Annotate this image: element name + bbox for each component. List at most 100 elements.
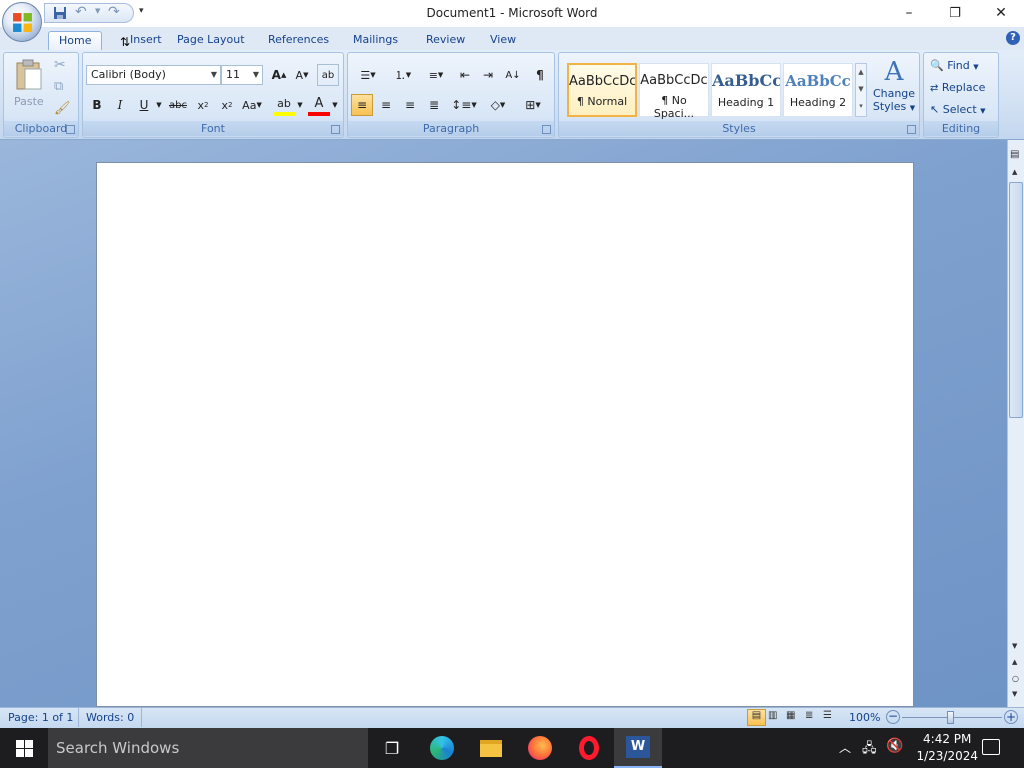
align-left-icon[interactable]: ≡ (351, 94, 373, 116)
file-explorer-icon[interactable] (467, 728, 515, 768)
firefox-icon[interactable] (516, 728, 564, 768)
change-styles-button[interactable]: A Change Styles ▼ (871, 57, 917, 119)
shrink-font-icon[interactable]: A ▼ (291, 64, 313, 86)
chevron-up-icon[interactable]: ︿ (839, 739, 851, 756)
select-button[interactable]: ↖ Select ▼ (930, 103, 986, 116)
word-count[interactable]: Words: 0 (86, 711, 134, 724)
highlight-icon[interactable]: ab (273, 94, 295, 116)
align-right-icon[interactable]: ≡ (399, 94, 421, 116)
edge-icon[interactable] (418, 728, 466, 768)
taskbar-search-input[interactable]: Search Windows (48, 728, 368, 768)
tab-home[interactable]: Home (48, 31, 103, 50)
font-launcher-icon[interactable] (331, 125, 340, 134)
subscript-icon[interactable]: x2 (192, 94, 214, 116)
chevron-down-icon[interactable]: ▼ (331, 94, 339, 116)
scroll-down-icon[interactable]: ▼ (1012, 642, 1017, 650)
format-painter-icon[interactable]: 🖌 (54, 101, 71, 116)
multilevel-list-icon[interactable]: ≡ ▼ (421, 64, 451, 86)
outline-icon[interactable]: ≣ (805, 710, 813, 721)
zoom-slider-thumb[interactable] (947, 711, 954, 724)
opera-icon[interactable] (565, 728, 613, 768)
paste-button[interactable]: Paste (11, 57, 47, 113)
clipboard-launcher-icon[interactable] (66, 125, 75, 134)
notifications-icon[interactable] (982, 739, 1000, 755)
italic-icon[interactable]: I (109, 94, 131, 116)
save-icon[interactable] (53, 6, 67, 20)
font-family-value: Calibri (Body) (91, 68, 166, 81)
task-view-icon[interactable]: ❐ (368, 728, 416, 768)
style-normal[interactable]: AaBbCcDc ¶ Normal (567, 63, 637, 117)
grow-font-icon[interactable]: A ▲ (268, 64, 290, 86)
tab-view[interactable]: View (480, 31, 526, 50)
decrease-indent-icon[interactable]: ⇤ (454, 64, 476, 86)
numbering-icon[interactable]: ⒈ ▼ (386, 64, 420, 86)
network-icon[interactable]: 🖧 (862, 739, 877, 761)
line-spacing-icon[interactable]: ↕≡ ▼ (449, 94, 479, 116)
font-family-select[interactable]: Calibri (Body) ▼ (86, 65, 221, 85)
maximize-button[interactable]: ❐ (932, 0, 978, 26)
style-heading-1[interactable]: AaBbCc Heading 1 (711, 63, 781, 117)
bullets-icon[interactable]: ☰ ▼ (351, 64, 385, 86)
chevron-down-icon[interactable]: ▼ (296, 94, 304, 116)
chevron-down-icon[interactable]: ▼ (155, 94, 163, 116)
page-count[interactable]: Page: 1 of 1 (8, 711, 73, 724)
scrollbar-thumb[interactable] (1009, 182, 1023, 418)
start-button[interactable] (0, 728, 48, 768)
sort-icon[interactable]: A↓ (502, 64, 524, 86)
find-button[interactable]: 🔍 Find ▼ (930, 59, 979, 72)
superscript-icon[interactable]: x2 (216, 94, 238, 116)
strikethrough-icon[interactable]: abc (167, 94, 189, 116)
tab-mailings[interactable]: Mailings (343, 31, 408, 50)
document-page[interactable] (96, 162, 914, 707)
print-layout-icon[interactable]: ▤ (747, 709, 766, 726)
styles-launcher-icon[interactable] (907, 125, 916, 134)
previous-page-icon[interactable]: ▲ (1012, 658, 1017, 666)
styles-scroll[interactable]: ▲ ▼ ▾ (855, 63, 867, 117)
scroll-up-icon[interactable]: ▲ (1012, 168, 1017, 176)
zoom-level[interactable]: 100% (849, 711, 880, 724)
zoom-in-icon[interactable]: + (1004, 710, 1018, 724)
shading-icon[interactable]: ◇ ▼ (484, 94, 512, 116)
customize-qat-icon[interactable]: ▾ (139, 6, 144, 16)
close-button[interactable]: ✕ (978, 0, 1024, 26)
browse-object-icon[interactable]: ○ (1012, 674, 1019, 683)
next-page-icon[interactable]: ▼ (1012, 690, 1017, 698)
minimize-button[interactable]: – (886, 0, 932, 26)
tab-review[interactable]: Review (416, 31, 475, 50)
copy-icon[interactable]: ⧉ (54, 79, 63, 94)
tab-references[interactable]: References (258, 31, 339, 50)
style-no-spacing[interactable]: AaBbCcDc ¶ No Spaci... (639, 63, 709, 120)
underline-icon[interactable]: U (133, 94, 155, 116)
zoom-out-icon[interactable]: − (886, 710, 900, 724)
vertical-scrollbar[interactable]: ▤ ▲ ▼ ▲ ○ ▼ (1007, 140, 1024, 707)
office-logo-icon (13, 13, 32, 32)
full-screen-reading-icon[interactable]: ▥ (768, 710, 777, 721)
clear-formatting-icon[interactable]: ab (317, 64, 339, 86)
help-icon[interactable]: ? (1006, 31, 1020, 45)
ruler-toggle-icon[interactable]: ▤ (1010, 149, 1019, 160)
style-heading-2[interactable]: AaBbCc Heading 2 (783, 63, 853, 117)
word-taskbar-icon[interactable]: W (614, 728, 662, 768)
font-size-select[interactable]: 11 ▼ (221, 65, 263, 85)
replace-button[interactable]: ⇄ Replace (930, 81, 985, 94)
increase-indent-icon[interactable]: ⇥ (477, 64, 499, 86)
paragraph-launcher-icon[interactable] (542, 125, 551, 134)
borders-icon[interactable]: ⊞ ▼ (518, 94, 548, 116)
show-formatting-icon[interactable]: ¶ (529, 64, 551, 86)
web-layout-icon[interactable]: ▦ (786, 710, 795, 721)
draft-icon[interactable]: ☰ (823, 710, 832, 721)
undo-dropdown-icon[interactable]: ▼ (95, 7, 100, 15)
bold-icon[interactable]: B (86, 94, 108, 116)
volume-muted-icon[interactable]: 🔇 (886, 738, 903, 754)
redo-icon[interactable]: ↷ (108, 4, 120, 20)
undo-icon[interactable]: ↶ (75, 4, 87, 20)
font-color-icon[interactable]: A (308, 94, 330, 116)
office-button[interactable] (2, 2, 42, 42)
style-sample: AaBbCc (712, 71, 780, 90)
align-center-icon[interactable]: ≡ (375, 94, 397, 116)
tab-page-layout[interactable]: Page Layout (167, 31, 255, 50)
justify-icon[interactable]: ≣ (423, 94, 445, 116)
change-case-icon[interactable]: Aa ▼ (241, 94, 263, 116)
taskbar-clock[interactable]: 4:42 PM 1/23/2024 (916, 731, 978, 765)
cut-icon[interactable]: ✂ (54, 57, 66, 73)
